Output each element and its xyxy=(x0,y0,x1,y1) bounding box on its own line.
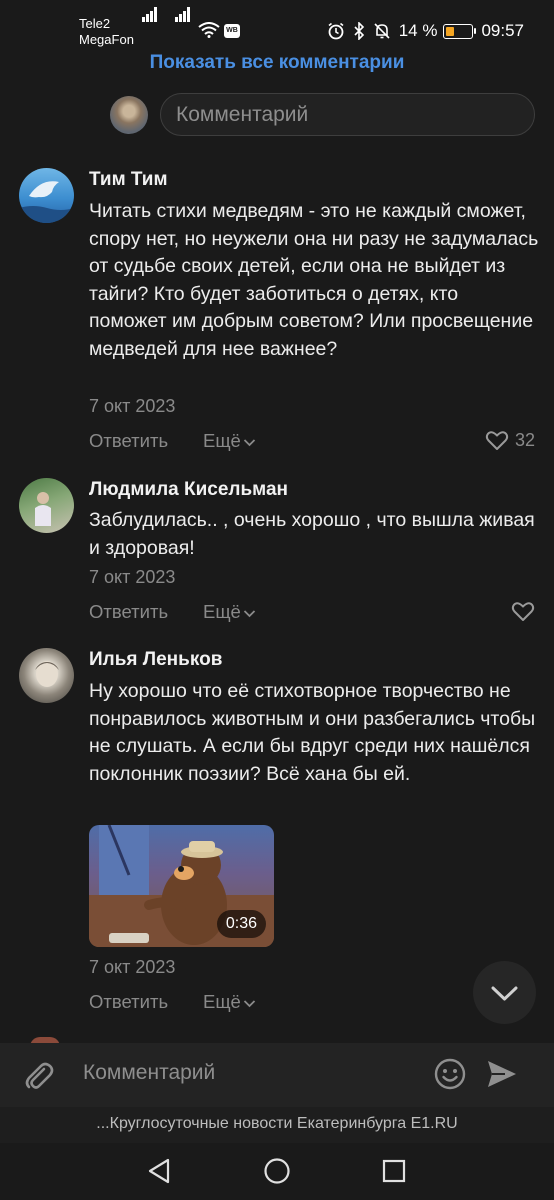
like-count: 32 xyxy=(514,430,535,450)
more-label: Ещё xyxy=(203,601,241,622)
more-label: Ещё xyxy=(203,991,241,1012)
comment-actions: Ответить Ещё 32 xyxy=(89,430,539,454)
heart-icon xyxy=(511,602,535,621)
comment-input[interactable]: Комментарий xyxy=(83,1061,215,1085)
comment-date: 7 окт 2023 xyxy=(89,396,176,416)
heart-icon xyxy=(485,431,509,450)
chevron-down-icon xyxy=(243,999,255,1007)
carrier-1: Tele2 xyxy=(79,16,111,31)
emoji-icon[interactable] xyxy=(433,1057,467,1091)
chevron-down-icon xyxy=(491,986,518,1001)
comment-author[interactable]: Илья Леньков xyxy=(89,649,222,671)
like-button[interactable] xyxy=(511,601,535,622)
comment-author[interactable]: Тим Тим xyxy=(89,169,168,191)
more-button[interactable]: Ещё xyxy=(203,601,256,623)
back-icon[interactable] xyxy=(146,1157,172,1185)
carrier-2: MegaFon xyxy=(79,32,134,47)
status-right: 14 % 09:57 xyxy=(327,21,524,41)
battery-icon xyxy=(443,23,477,39)
clock: 09:57 xyxy=(481,21,524,40)
battery-percent: 14 % xyxy=(398,21,438,40)
bluetooth-icon xyxy=(354,22,364,40)
battery-fill xyxy=(446,26,455,36)
chevron-down-icon xyxy=(243,609,255,617)
comment-actions: Ответить Ещё xyxy=(89,991,539,1015)
system-navigation-bar xyxy=(0,1143,554,1200)
send-icon[interactable] xyxy=(485,1057,519,1091)
video-duration: 0:36 xyxy=(216,910,266,938)
comment-input[interactable]: Комментарий xyxy=(160,93,535,136)
child-photo-icon xyxy=(35,661,59,687)
wifi-icon xyxy=(198,22,220,38)
comment-text: Ну хорошо что её стихотворное творчество… xyxy=(89,680,536,785)
alarm-icon xyxy=(328,22,344,40)
app-notification-icon: WB xyxy=(224,24,240,38)
paperclip-icon[interactable] xyxy=(20,1057,56,1093)
video-attachment[interactable]: 0:36 xyxy=(89,825,274,947)
like-button[interactable]: 32 xyxy=(485,430,535,451)
avatar[interactable] xyxy=(19,478,74,533)
reply-button[interactable]: Ответить xyxy=(89,430,168,452)
comment-text: Заблудилась.. , очень хорошо , что вышла… xyxy=(89,509,535,559)
avatar[interactable] xyxy=(19,168,74,223)
show-all-comments-link[interactable]: Показать все комментарии xyxy=(0,52,554,74)
reply-button[interactable]: Ответить xyxy=(89,601,168,623)
comment-composer: Комментарий xyxy=(0,1043,554,1107)
comment-date: 7 окт 2023 xyxy=(89,567,176,587)
reply-button[interactable]: Ответить xyxy=(89,991,168,1013)
comment-text: Читать стихи медведям - это не каждый см… xyxy=(89,200,539,360)
more-button[interactable]: Ещё xyxy=(203,991,256,1013)
more-label: Ещё xyxy=(203,430,241,451)
avatar xyxy=(110,96,148,134)
chevron-down-icon xyxy=(243,438,255,446)
scroll-down-button[interactable] xyxy=(473,961,536,1024)
status-bar: Tele2 MegaFon WB 14 % 09:57 xyxy=(0,0,554,50)
source-link[interactable]: ...Круглосуточные новости Екатеринбурга … xyxy=(0,1107,554,1143)
dolphin-icon xyxy=(19,181,74,223)
avatar[interactable] xyxy=(19,648,74,703)
bell-off-icon xyxy=(374,23,390,39)
more-button[interactable]: Ещё xyxy=(203,430,256,452)
comment-date: 7 окт 2023 xyxy=(89,957,176,977)
comment-author[interactable]: Людмила Кисельман xyxy=(89,479,288,501)
recent-apps-icon[interactable] xyxy=(381,1157,407,1185)
person-photo-icon xyxy=(35,492,51,526)
carrier-names: Tele2 MegaFon xyxy=(79,16,134,48)
comment-actions: Ответить Ещё xyxy=(89,601,539,625)
home-icon[interactable] xyxy=(263,1157,291,1185)
